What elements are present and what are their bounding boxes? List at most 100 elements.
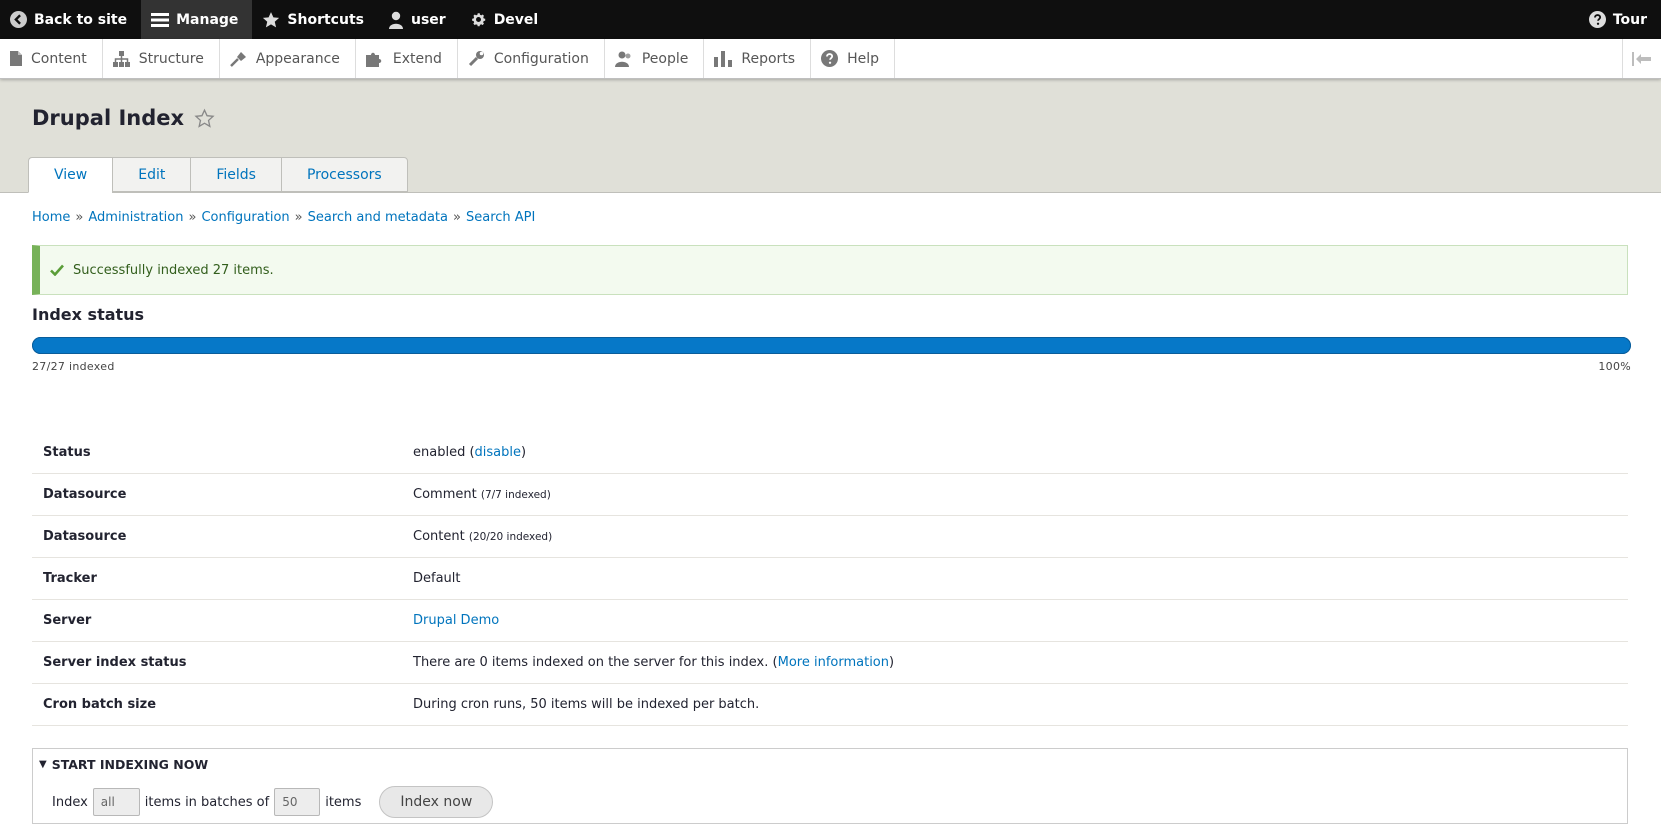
indexing-form-row: Index items in batches of items Index no… (52, 786, 494, 818)
devel-tab[interactable]: Devel (460, 0, 553, 39)
more-information-link[interactable]: More information (778, 655, 889, 670)
row-label: Tracker (32, 557, 402, 600)
index-status-heading: Index status (32, 305, 145, 324)
breadcrumb-separator: » (294, 210, 303, 225)
tray-item-label: Structure (138, 50, 204, 67)
items-limit-input[interactable] (92, 788, 140, 816)
batches-label: items in batches of (144, 794, 270, 810)
breadcrumb-separator: » (453, 210, 461, 225)
disable-link[interactable]: disable (475, 445, 521, 460)
table-row: Tracker Default (32, 557, 1628, 600)
tab-view[interactable]: View (28, 157, 113, 193)
page-header: Drupal Index View Edit Fields Processors (0, 78, 1661, 193)
tray-item-reports[interactable]: Reports (704, 39, 812, 78)
wrench-icon (468, 51, 484, 67)
tray-item-people[interactable]: People (605, 39, 705, 78)
breadcrumb-search-and-metadata[interactable]: Search and metadata (308, 210, 448, 225)
datasource-count: (20/20 indexed) (468, 531, 553, 543)
tray-item-label: Help (847, 50, 879, 67)
tray-item-content[interactable]: Content (0, 39, 103, 78)
tour-button[interactable]: Tour (1579, 0, 1661, 39)
table-row: Datasource Content (20/20 indexed) (32, 515, 1628, 558)
admin-toolbar: Back to site Manage Shortcuts user Devel… (0, 0, 1661, 39)
table-row: Status enabled (disable) (32, 432, 1628, 474)
tray-item-label: Extend (392, 50, 442, 67)
file-icon (10, 51, 22, 66)
breadcrumb-search-api[interactable]: Search API (466, 210, 535, 225)
batch-size-input[interactable] (274, 788, 321, 816)
question-icon (821, 50, 839, 67)
row-label: Cron batch size (32, 683, 402, 726)
triangle-down-icon: ▼ (39, 759, 47, 770)
back-to-site-link[interactable]: Back to site (0, 0, 141, 39)
row-label: Status (32, 432, 402, 474)
sitemap-icon (112, 50, 130, 67)
index-progress-fill (32, 337, 1631, 354)
tray-item-appearance[interactable]: Appearance (220, 39, 356, 78)
tour-label: Tour (1612, 11, 1647, 28)
tray-item-extend[interactable]: Extend (356, 39, 458, 78)
start-indexing-legend: START INDEXING NOW (51, 757, 209, 772)
back-to-site-label: Back to site (34, 11, 128, 28)
status-message-text: Successfully indexed 27 items. (73, 262, 274, 278)
bar-chart-icon (714, 50, 733, 67)
star-icon (263, 11, 280, 27)
puzzle-icon (365, 52, 382, 67)
tracker-value: Default (402, 557, 1628, 600)
index-label: Index (52, 794, 88, 810)
table-row: Server index status There are 0 items in… (32, 641, 1628, 684)
index-details-table: Status enabled (disable) Datasource Comm… (32, 432, 1628, 726)
tray-item-help[interactable]: Help (811, 39, 895, 78)
admin-menu-tray: Content Structure Appearance Extend Conf… (0, 39, 1661, 79)
manage-tab[interactable]: Manage (141, 0, 253, 39)
tray-item-label: Configuration (493, 50, 589, 67)
server-link[interactable]: Drupal Demo (413, 613, 499, 628)
tab-fields[interactable]: Fields (190, 157, 281, 192)
page-title: Drupal Index (32, 106, 185, 130)
user-icon (388, 11, 403, 29)
row-value: Content (20/20 indexed) (402, 515, 1628, 558)
progress-indexed-label: 27/27 indexed (32, 360, 115, 373)
index-now-button[interactable]: Index now (379, 786, 494, 818)
start-indexing-summary[interactable]: ▼ START INDEXING NOW (39, 757, 208, 772)
tab-edit[interactable]: Edit (112, 157, 191, 192)
question-circle-icon (1588, 11, 1606, 28)
table-row: Server Drupal Demo (32, 599, 1628, 642)
tray-item-structure[interactable]: Structure (103, 39, 220, 78)
chevron-left-circle-icon (10, 11, 27, 28)
page-title-row: Drupal Index (32, 106, 215, 130)
tray-item-label: Appearance (255, 50, 340, 67)
server-index-status-text: There are 0 items indexed on the server … (413, 655, 769, 670)
table-row: Datasource Comment (7/7 indexed) (32, 473, 1628, 516)
row-value: Comment (7/7 indexed) (402, 473, 1628, 516)
primary-tabs: View Edit Fields Processors (28, 157, 408, 193)
tray-orientation-toggle[interactable] (1622, 39, 1661, 78)
user-tab[interactable]: user (378, 0, 460, 39)
star-outline-icon[interactable] (194, 108, 215, 129)
tab-processors[interactable]: Processors (280, 157, 408, 192)
tray-item-label: Content (31, 50, 87, 67)
paintbrush-icon (229, 51, 246, 67)
row-label: Datasource (32, 473, 402, 516)
breadcrumb-configuration[interactable]: Configuration (201, 210, 289, 225)
cron-batch-value: During cron runs, 50 items will be index… (402, 683, 1628, 726)
start-indexing-fieldset: ▼ START INDEXING NOW Index items in batc… (32, 748, 1628, 824)
datasource-comment: Comment (413, 487, 477, 502)
breadcrumb-home[interactable]: Home (32, 210, 70, 225)
status-value: enabled (413, 445, 466, 460)
datasource-content: Content (413, 529, 465, 544)
shortcuts-label: Shortcuts (287, 11, 364, 28)
breadcrumb: Home » Administration » Configuration » Search… (32, 210, 535, 225)
table-row: Cron batch size During cron runs, 50 ite… (32, 683, 1628, 726)
progress-percent-label: 100% (1598, 360, 1631, 373)
shortcuts-tab[interactable]: Shortcuts (252, 0, 378, 39)
gear-icon (471, 13, 485, 27)
tray-item-configuration[interactable]: Configuration (458, 39, 605, 78)
datasource-count: (7/7 indexed) (480, 489, 551, 501)
row-label: Server (32, 599, 402, 642)
collapse-left-icon (1632, 51, 1651, 66)
breadcrumb-separator: » (188, 210, 197, 225)
row-label: Datasource (32, 515, 402, 558)
row-label: Server index status (32, 641, 402, 684)
breadcrumb-administration[interactable]: Administration (88, 210, 183, 225)
